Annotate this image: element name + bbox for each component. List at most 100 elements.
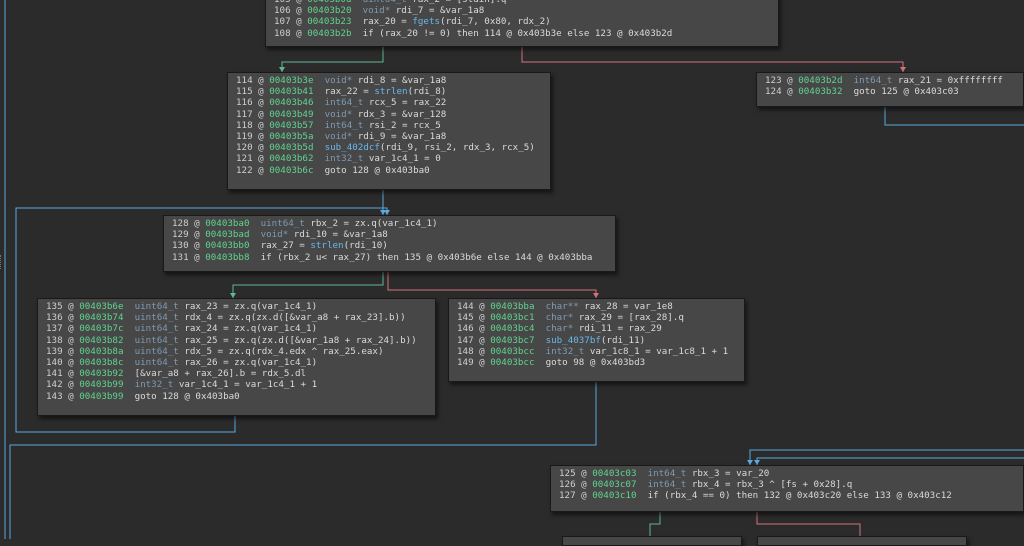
- instruction-line[interactable]: 115 @ 00403b41 rax_22 = strlen(rdi_8): [236, 86, 542, 97]
- type-token: int32_t: [324, 153, 364, 165]
- instruction-line[interactable]: 127 @ 00403c10 if (rbx_4 == 0) then 132 …: [559, 490, 1015, 501]
- function-call[interactable]: sub_402dcf: [325, 142, 380, 153]
- basic-block-128[interactable]: 128 @ 00403ba0 uint64_t rbx_2 = zx.q(var…: [163, 215, 616, 272]
- instruction-line[interactable]: 140 @ 00403b8c uint64_t rax_26 = zx.q(va…: [46, 357, 427, 368]
- instruction-line[interactable]: 130 @ 00403bb0 rax_27 = strlen(rdi_10): [172, 240, 607, 251]
- instruction-line[interactable]: 107 @ 00403b23 rax_20 = fgets(rdi_7, 0x8…: [274, 16, 770, 27]
- basic-block-135[interactable]: 135 @ 00403b6e uint64_t rax_23 = zx.q(va…: [37, 298, 436, 416]
- code-text: goto 125 @ 0x403c03: [853, 86, 959, 98]
- separator: @: [252, 97, 270, 109]
- instruction-line[interactable]: 146 @ 00403bc4 char* rdi_11 = rax_29: [457, 323, 736, 334]
- instruction-line[interactable]: 129 @ 00403bad void* rdi_10 = &var_1a8: [172, 229, 607, 240]
- function-call[interactable]: fgets: [412, 16, 440, 27]
- instruction-index: 124: [765, 86, 782, 98]
- separator: @: [290, 27, 308, 39]
- instruction-line[interactable]: 116 @ 00403b46 int64_t rcx_5 = rax_22: [236, 97, 542, 108]
- instruction-line[interactable]: 124 @ 00403b32 goto 125 @ 0x403c03: [765, 86, 1015, 97]
- instruction-line[interactable]: 142 @ 00403b99 int32_t var_1c4_1 = var_1…: [46, 379, 427, 390]
- instruction-address: 00403b74: [79, 312, 124, 324]
- instruction-address: 00403b6e: [79, 301, 124, 312]
- code-text: rdi_8 = &var_1a8: [352, 75, 447, 86]
- edge-105-to-123-false[interactable]: [521, 47, 904, 72]
- basic-block-133[interactable]: [757, 536, 967, 546]
- instruction-line[interactable]: 117 @ 00403b49 void* rdx_3 = &var_128: [236, 109, 542, 120]
- instruction-line[interactable]: 138 @ 00403b82 uint64_t rax_25 = zx.q(zx…: [46, 335, 427, 346]
- instruction-line[interactable]: 128 @ 00403ba0 uint64_t rbx_2 = zx.q(var…: [172, 218, 607, 229]
- instruction-line[interactable]: 118 @ 00403b57 int64_t rsi_2 = rcx_5: [236, 120, 542, 131]
- instruction-line[interactable]: 139 @ 00403b8a uint64_t rdx_5 = zx.q(rdx…: [46, 346, 427, 357]
- instruction-address: 00403b2b: [307, 27, 352, 39]
- instruction-address: 00403bb0: [205, 240, 250, 252]
- instruction-line[interactable]: 106 @ 00403b20 void* rdi_7 = &var_1a8: [274, 5, 770, 16]
- instruction-line[interactable]: 123 @ 00403b2d int64_t rax_21 = 0xffffff…: [765, 75, 1015, 86]
- separator: @: [62, 323, 80, 335]
- instruction-line[interactable]: 108 @ 00403b2b if (rax_20 != 0) then 114…: [274, 28, 770, 39]
- instruction-index: 117: [236, 108, 253, 120]
- instruction-line[interactable]: 131 @ 00403bb8 if (rbx_2 u< rax_27) then…: [172, 252, 607, 263]
- edge-125-to-132[interactable]: [649, 512, 661, 536]
- instruction-line[interactable]: 148 @ 00403bcc int32_t var_1c8_1 = var_1…: [457, 346, 736, 357]
- edge-into-125-a[interactable]: [749, 449, 1024, 465]
- instruction-address: 00403b41: [269, 86, 314, 98]
- instruction-line[interactable]: 120 @ 00403b5d sub_402dcf(rdi_9, rsi_2, …: [236, 142, 542, 153]
- edge-105-to-114-true[interactable]: [281, 47, 384, 72]
- edge-128-to-135-true[interactable]: [232, 272, 384, 298]
- instruction-line[interactable]: 137 @ 00403b7c uint64_t rax_24 = zx.q(va…: [46, 323, 427, 334]
- instruction-line[interactable]: 147 @ 00403bc7 sub_4037bf(rdi_11): [457, 335, 736, 346]
- instruction-line[interactable]: 125 @ 00403c03 int64_t rbx_3 = var_20: [559, 468, 1015, 479]
- code-text: rdx_5 = zx.q(rdx_4.edx ^ rax_25.eax): [178, 345, 384, 357]
- function-call[interactable]: strlen: [310, 240, 343, 251]
- instruction-line[interactable]: 144 @ 00403bba char** rax_28 = var_1e8: [457, 301, 736, 312]
- instruction-line[interactable]: 143 @ 00403b99 goto 128 @ 0x403ba0: [46, 391, 427, 402]
- instruction-line[interactable]: 119 @ 00403b5a void* rdi_9 = &var_1a8: [236, 131, 542, 142]
- instruction-address: 00403b8a: [79, 345, 124, 357]
- code-text: rax_29 = [rax_28].q: [573, 312, 684, 324]
- graph-view[interactable]: 105 @ 00403b0d uint64_t rax_2 = [stdin].…: [0, 0, 1024, 546]
- separator: [313, 153, 324, 164]
- function-call[interactable]: sub_4037bf: [546, 335, 601, 346]
- instruction-address: 00403bc7: [490, 334, 535, 346]
- instruction-address: 00403b3e: [269, 75, 314, 86]
- instruction-address: 00403bcc: [490, 356, 535, 368]
- separator: [534, 346, 545, 357]
- instruction-line[interactable]: 135 @ 00403b6e uint64_t rax_23 = zx.q(va…: [46, 301, 427, 312]
- edge-123-to-125[interactable]: [884, 107, 1024, 126]
- basic-block-105[interactable]: 105 @ 00403b0d uint64_t rax_2 = [stdin].…: [265, 0, 779, 47]
- function-call[interactable]: strlen: [374, 86, 407, 97]
- instruction-address: 00403ba0: [205, 218, 250, 229]
- instruction-line[interactable]: 114 @ 00403b3e void* rdi_8 = &var_1a8: [236, 75, 542, 86]
- code-text: rdi_10 = &var_1a8: [288, 229, 388, 241]
- type-token: uint64_t: [134, 312, 179, 324]
- type-token: void*: [324, 108, 353, 120]
- separator: [123, 301, 134, 312]
- edge-128-to-144-false[interactable]: [387, 272, 597, 298]
- instruction-index: 135: [46, 301, 63, 312]
- basic-block-123[interactable]: 123 @ 00403b2d int64_t rax_21 = 0xffffff…: [756, 72, 1024, 107]
- instruction-line[interactable]: 141 @ 00403b92 [&var_a8 + rax_26].b = rd…: [46, 368, 427, 379]
- instruction-index: 149: [457, 356, 474, 368]
- code-text: rax_21 = 0xffffffff: [892, 75, 1003, 86]
- instruction-line[interactable]: 126 @ 00403c07 int64_t rbx_4 = rbx_3 ^ […: [559, 479, 1015, 490]
- instruction-index: 126: [559, 479, 576, 491]
- separator: [313, 97, 324, 108]
- instruction-line[interactable]: 149 @ 00403bcc goto 98 @ 0x403bd3: [457, 357, 736, 368]
- code-text: rsi_2 = rcx_5: [363, 119, 441, 131]
- instruction-line[interactable]: 136 @ 00403b74 uint64_t rdx_4 = zx.q(zx.…: [46, 312, 427, 323]
- separator: [351, 5, 362, 16]
- code-text: rax_28 = var_1e8: [578, 301, 673, 312]
- basic-block-144[interactable]: 144 @ 00403bba char** rax_28 = var_1e8 14…: [448, 298, 745, 382]
- separator: @: [473, 356, 491, 368]
- basic-block-114[interactable]: 114 @ 00403b3e void* rdi_8 = &var_1a8 115…: [227, 72, 551, 190]
- instruction-line[interactable]: 122 @ 00403b6c goto 128 @ 0x403ba0: [236, 165, 542, 176]
- basic-block-132[interactable]: [562, 536, 742, 546]
- separator: [123, 379, 134, 390]
- separator: [249, 229, 260, 240]
- edge-into-125-b[interactable]: [756, 457, 1024, 465]
- basic-block-125[interactable]: 125 @ 00403c03 int64_t rbx_3 = var_20 126…: [550, 465, 1024, 512]
- scroll-grip-icon[interactable]: [0, 255, 4, 269]
- code-text: rax_20 =: [362, 16, 413, 28]
- instruction-line[interactable]: 145 @ 00403bc1 char* rax_29 = [rax_28].q: [457, 312, 736, 323]
- code-text: if (rbx_4 == 0) then 132 @ 0x403c20 else…: [647, 490, 952, 502]
- instruction-line[interactable]: 121 @ 00403b62 int32_t var_1c4_1 = 0: [236, 153, 542, 164]
- edge-125-to-133[interactable]: [756, 512, 861, 536]
